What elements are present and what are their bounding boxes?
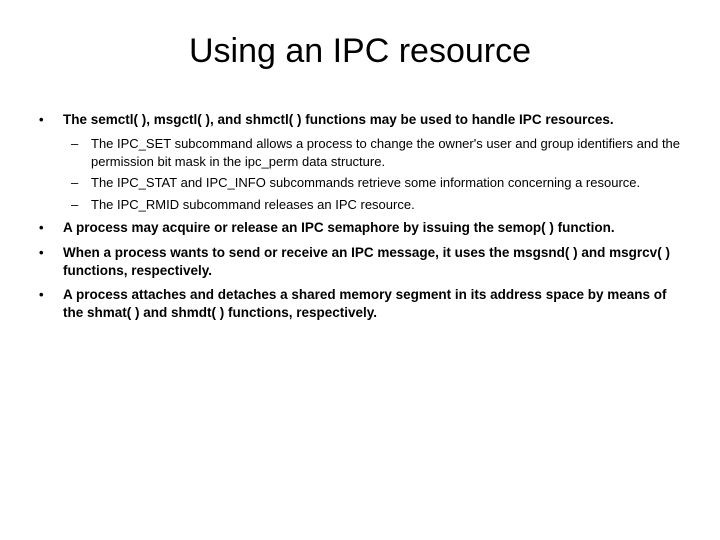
sub-bullet-list: The IPC_SET subcommand allows a process … bbox=[63, 135, 690, 213]
list-item: The IPC_SET subcommand allows a process … bbox=[63, 135, 690, 170]
bullet-text: The semctl( ), msgctl( ), and shmctl( ) … bbox=[63, 112, 614, 127]
list-item: A process attaches and detaches a shared… bbox=[35, 286, 690, 322]
list-item: When a process wants to send or receive … bbox=[35, 244, 690, 280]
bullet-text: A process may acquire or release an IPC … bbox=[63, 220, 615, 235]
list-item: A process may acquire or release an IPC … bbox=[35, 219, 690, 237]
list-item: The semctl( ), msgctl( ), and shmctl( ) … bbox=[35, 111, 690, 213]
bullet-text: A process attaches and detaches a shared… bbox=[63, 287, 667, 320]
list-item: The IPC_STAT and IPC_INFO subcommands re… bbox=[63, 174, 690, 192]
slide-title: Using an IPC resource bbox=[30, 32, 690, 71]
bullet-text: When a process wants to send or receive … bbox=[63, 245, 670, 278]
list-item: The IPC_RMID subcommand releases an IPC … bbox=[63, 196, 690, 214]
main-bullet-list: The semctl( ), msgctl( ), and shmctl( ) … bbox=[30, 111, 690, 323]
